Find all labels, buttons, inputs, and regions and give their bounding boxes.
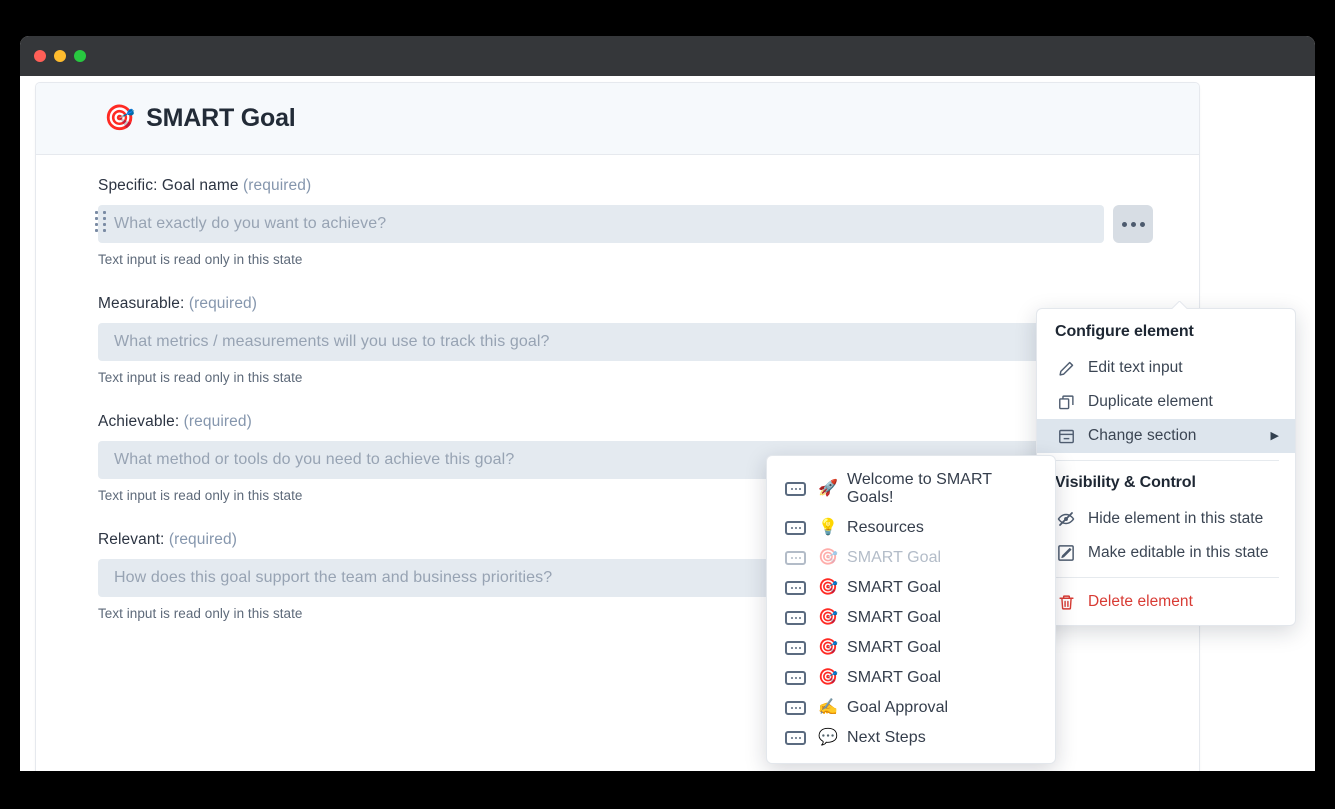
element-options-button[interactable] bbox=[1113, 205, 1153, 243]
required-tag: (required) bbox=[183, 413, 252, 430]
field-label-measurable: Measurable: (required) bbox=[98, 295, 1153, 313]
menu-item-label: Delete element bbox=[1088, 593, 1193, 610]
target-icon: 🎯 bbox=[104, 104, 136, 132]
section-list-icon bbox=[785, 641, 806, 655]
form-field-measurable: Measurable: (required) Text input is rea… bbox=[36, 295, 1199, 385]
submenu-item-label: SMART Goal bbox=[846, 549, 942, 566]
maximize-window-button[interactable] bbox=[74, 50, 86, 62]
close-window-button[interactable] bbox=[34, 50, 46, 62]
menu-divider-2 bbox=[1053, 577, 1279, 578]
required-tag: (required) bbox=[188, 295, 258, 312]
lightbulb-icon: 💡 bbox=[818, 519, 838, 536]
submenu-item-label: Goal Approval bbox=[846, 699, 949, 716]
required-tag: (required) bbox=[243, 177, 312, 194]
submenu-item-label: Welcome to SMART Goals! bbox=[846, 471, 992, 506]
field-help-text: Text input is read only in this state bbox=[98, 252, 303, 267]
edit-square-icon bbox=[1055, 543, 1077, 563]
section-icon bbox=[1055, 426, 1077, 446]
menu-group-title-configure: Configure element bbox=[1055, 323, 1194, 340]
page-title: SMART Goal bbox=[146, 104, 296, 132]
submenu-item-section[interactable]: ✍️ Goal Approval bbox=[767, 693, 1055, 723]
menu-caret bbox=[1172, 301, 1187, 309]
submenu-item-section[interactable]: 💬 Next Steps bbox=[767, 723, 1055, 753]
required-tag: (required) bbox=[168, 531, 238, 548]
screenshot-root: 🎯 SMART Goal Specific: Goal name (requir… bbox=[0, 0, 1335, 809]
eye-slash-icon bbox=[1055, 509, 1077, 529]
menu-item-label: Change section bbox=[1088, 427, 1197, 444]
submenu-item-section[interactable]: 💡 Resources bbox=[767, 513, 1055, 543]
submenu-item-section[interactable]: 🎯 SMART Goal bbox=[767, 603, 1055, 633]
field-row bbox=[98, 205, 1153, 243]
target-icon: 🎯 bbox=[818, 609, 838, 626]
specific-goal-name-input[interactable] bbox=[98, 205, 1104, 243]
menu-item-edit-text-input[interactable]: Edit text input bbox=[1037, 351, 1295, 385]
field-label-specific: Specific: Goal name (required) bbox=[98, 177, 1153, 195]
section-list-icon bbox=[785, 731, 806, 745]
menu-item-label: Duplicate element bbox=[1088, 393, 1213, 410]
field-help-text: Text input is read only in this state bbox=[98, 370, 303, 385]
submenu-item-label: SMART Goal bbox=[846, 579, 942, 596]
section-list-icon bbox=[785, 482, 806, 496]
target-icon: 🎯 bbox=[818, 549, 838, 566]
window-titlebar bbox=[20, 36, 1315, 76]
target-icon: 🎯 bbox=[818, 579, 838, 596]
target-icon: 🎯 bbox=[818, 639, 838, 656]
field-label-achievable: Achievable: (required) bbox=[98, 413, 1153, 431]
submenu-item-section[interactable]: 🎯 SMART Goal bbox=[767, 663, 1055, 693]
submenu-item-label: SMART Goal bbox=[846, 639, 942, 656]
pencil-icon bbox=[1055, 358, 1077, 378]
submenu-item-section[interactable]: 🚀 Welcome to SMART Goals! bbox=[767, 465, 1055, 513]
rocket-icon: 🚀 bbox=[818, 480, 838, 497]
menu-item-make-editable[interactable]: Make editable in this state bbox=[1037, 536, 1295, 570]
menu-divider-1 bbox=[1053, 460, 1279, 461]
menu-item-duplicate-element[interactable]: Duplicate element bbox=[1037, 385, 1295, 419]
minimize-window-button[interactable] bbox=[54, 50, 66, 62]
submenu-item-section[interactable]: 🎯 SMART Goal bbox=[767, 633, 1055, 663]
duplicate-icon bbox=[1055, 392, 1077, 412]
field-label-text: Specific: Goal name bbox=[98, 177, 239, 194]
browser-window: 🎯 SMART Goal Specific: Goal name (requir… bbox=[20, 36, 1315, 771]
section-list-icon bbox=[785, 581, 806, 595]
menu-item-label: Edit text input bbox=[1088, 359, 1183, 376]
field-label-text: Measurable: bbox=[98, 295, 185, 312]
menu-group-title-visibility: Visibility & Control bbox=[1055, 474, 1196, 491]
trash-icon bbox=[1055, 592, 1077, 612]
section-list-icon bbox=[785, 551, 806, 565]
menu-item-label: Hide element in this state bbox=[1088, 510, 1264, 527]
submenu-item-label: SMART Goal bbox=[846, 669, 942, 686]
measurable-input[interactable] bbox=[98, 323, 1153, 361]
configure-element-menu: Configure element Edit text input Duplic… bbox=[1036, 308, 1296, 626]
submenu-item-label: Resources bbox=[846, 519, 924, 536]
field-label-text: Relevant: bbox=[98, 531, 165, 548]
section-list-icon bbox=[785, 671, 806, 685]
form-header: 🎯 SMART Goal bbox=[36, 83, 1199, 155]
chevron-right-icon: ▶ bbox=[1270, 429, 1279, 442]
submenu-item-section-current[interactable]: 🎯 SMART Goal bbox=[767, 543, 1055, 573]
menu-item-hide-element[interactable]: Hide element in this state bbox=[1037, 502, 1295, 536]
page-viewport: 🎯 SMART Goal Specific: Goal name (requir… bbox=[20, 76, 1315, 771]
field-label-text: Achievable: bbox=[98, 413, 180, 430]
field-row bbox=[98, 323, 1153, 361]
section-list-icon bbox=[785, 611, 806, 625]
menu-item-delete-element[interactable]: Delete element bbox=[1037, 585, 1295, 619]
speech-bubble-icon: 💬 bbox=[818, 729, 838, 746]
submenu-item-label: Next Steps bbox=[846, 729, 926, 746]
submenu-item-section[interactable]: 🎯 SMART Goal bbox=[767, 573, 1055, 603]
section-list-icon bbox=[785, 521, 806, 535]
target-icon: 🎯 bbox=[818, 669, 838, 686]
menu-item-label: Make editable in this state bbox=[1088, 544, 1269, 561]
section-list-icon bbox=[785, 701, 806, 715]
drag-handle-icon[interactable] bbox=[95, 211, 109, 233]
submenu-item-label: SMART Goal bbox=[846, 609, 942, 626]
writing-hand-icon: ✍️ bbox=[818, 699, 838, 716]
form-field-specific: Specific: Goal name (required) Text inpu… bbox=[36, 177, 1199, 267]
change-section-submenu: 🚀 Welcome to SMART Goals! 💡 Resources 🎯 … bbox=[766, 455, 1056, 764]
menu-item-change-section[interactable]: Change section ▶ bbox=[1037, 419, 1295, 453]
